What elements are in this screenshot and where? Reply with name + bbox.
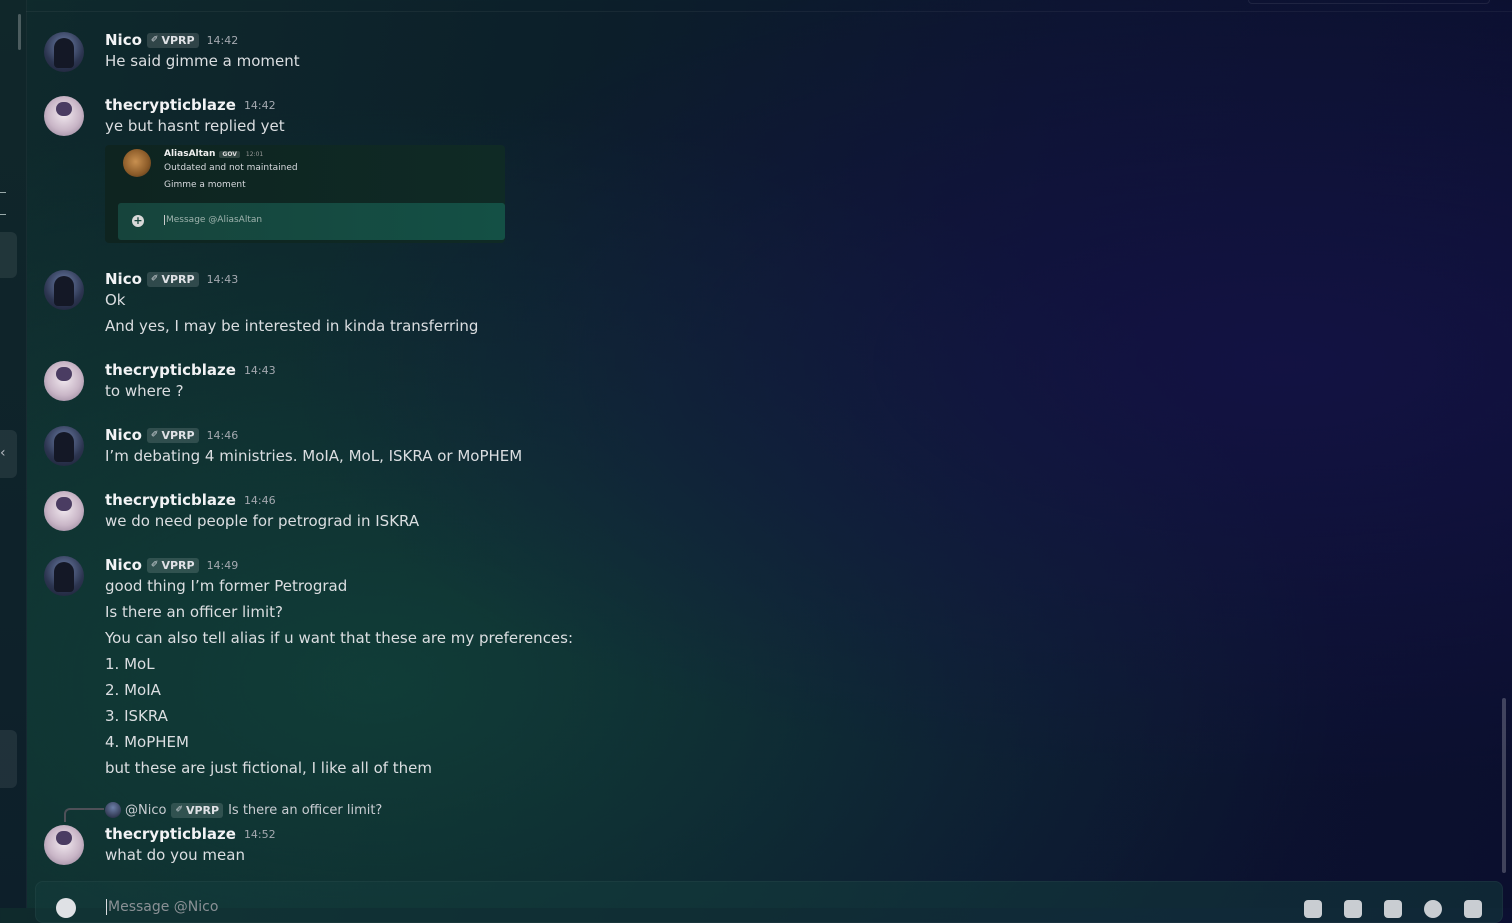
divider [0,214,6,215]
message-text: what do you mean [105,846,245,864]
tag-icon: ✐ [150,35,159,45]
divider [0,192,6,193]
avatar[interactable] [44,491,84,531]
timestamp: 14:46 [206,428,239,442]
add-attachment-icon[interactable] [56,898,76,918]
message-text: good thing I’m former Petrograd [105,577,348,595]
tag-icon: ✐ [150,560,159,570]
clan-tag[interactable]: ✐ VPRP [146,271,199,287]
username[interactable]: Nico [105,556,142,574]
sticker-icon[interactable] [1384,900,1402,918]
clan-tag[interactable]: ✐ VPRP [146,32,199,48]
message-text: ye but hasnt replied yet [105,117,285,135]
reply-reference[interactable]: @Nico ✐ VPRP Is there an officer limit? [105,802,382,818]
username[interactable]: Nico [105,426,142,444]
message-text: Ok [105,291,126,309]
reply-connector [64,808,104,822]
message-text: 1. MoL [105,655,155,673]
plus-icon: + [132,214,144,227]
avatar[interactable] [44,32,84,72]
chat-scrollbar[interactable] [1502,698,1506,873]
emoji-icon[interactable] [1424,900,1442,918]
avatar[interactable] [44,96,84,136]
clan-tag[interactable]: ✐ VPRP [146,557,199,573]
message-composer[interactable]: Message @Nico [35,881,1503,923]
message-text: 3. ISKRA [105,707,168,725]
message-input-preview: + Message @AliasAltan [118,203,505,240]
timestamp: 14:52 [243,827,276,841]
message-text: 2. MoIA [105,681,161,699]
collapse-icon[interactable]: ‹ [0,445,6,461]
message-text: but these are just fictional, I like all… [105,759,433,777]
clan-tag[interactable]: ✐ VPRP [146,427,199,443]
gif-icon[interactable] [1344,900,1362,918]
scrollbar-left[interactable] [18,14,21,50]
message-text: we do need people for petrograd in ISKRA [105,512,420,530]
reply-username: @Nico [125,802,167,818]
message-text: I’m debating 4 ministries. MoIA, MoL, IS… [105,447,523,465]
avatar[interactable] [44,361,84,401]
server-sidebar-strip: ‹ [0,0,27,908]
clan-tag: GOV [219,150,240,158]
timestamp: 14:43 [243,363,276,377]
channel-header [26,0,1512,12]
avatar[interactable] [44,270,84,310]
message-text: Is there an officer limit? [105,603,283,621]
timestamp: 14:42 [243,98,276,112]
timestamp: 14:46 [243,493,276,507]
message-text: Outdated and not maintained [164,163,298,173]
avatar[interactable] [44,825,84,865]
avatar[interactable] [44,426,84,466]
timestamp: 14:43 [206,272,239,286]
message-text: to where ? [105,382,184,400]
username[interactable]: thecrypticblaze [105,825,236,843]
message-text: Gimme a moment [164,180,246,190]
tag-icon: ✐ [150,274,159,284]
username[interactable]: thecrypticblaze [105,361,236,379]
timestamp: 12:01 [245,150,264,158]
reply-text: Is there an officer limit? [228,802,383,818]
username[interactable]: thecrypticblaze [105,491,236,509]
username[interactable]: Nico [105,270,142,288]
input-placeholder: Message @AliasAltan [164,215,263,225]
timestamp: 14:42 [206,33,239,47]
gift-icon[interactable] [1304,900,1322,918]
tag-icon: ✐ [175,805,183,815]
username[interactable]: Nico [105,31,142,49]
sidebar-item[interactable] [0,232,17,278]
tag-icon: ✐ [150,430,159,440]
search-input[interactable] [1248,0,1490,4]
apps-icon[interactable] [1464,900,1482,918]
username[interactable]: thecrypticblaze [105,96,236,114]
avatar [123,149,151,177]
username: AliasAltan [164,149,216,159]
clan-tag: ✐ VPRP [171,802,224,818]
sidebar-item[interactable] [0,730,17,788]
message-text: You can also tell alias if u want that t… [105,629,574,647]
message-text: 4. MoPHEM [105,733,189,751]
image-attachment[interactable]: AliasAltan GOV 12:01 Outdated and not ma… [105,145,505,243]
message-input[interactable]: Message @Nico [106,899,218,915]
message-text: And yes, I may be interested in kinda tr… [105,317,479,335]
message-text: He said gimme a moment [105,52,300,70]
avatar [105,802,121,818]
avatar[interactable] [44,556,84,596]
timestamp: 14:49 [206,558,239,572]
